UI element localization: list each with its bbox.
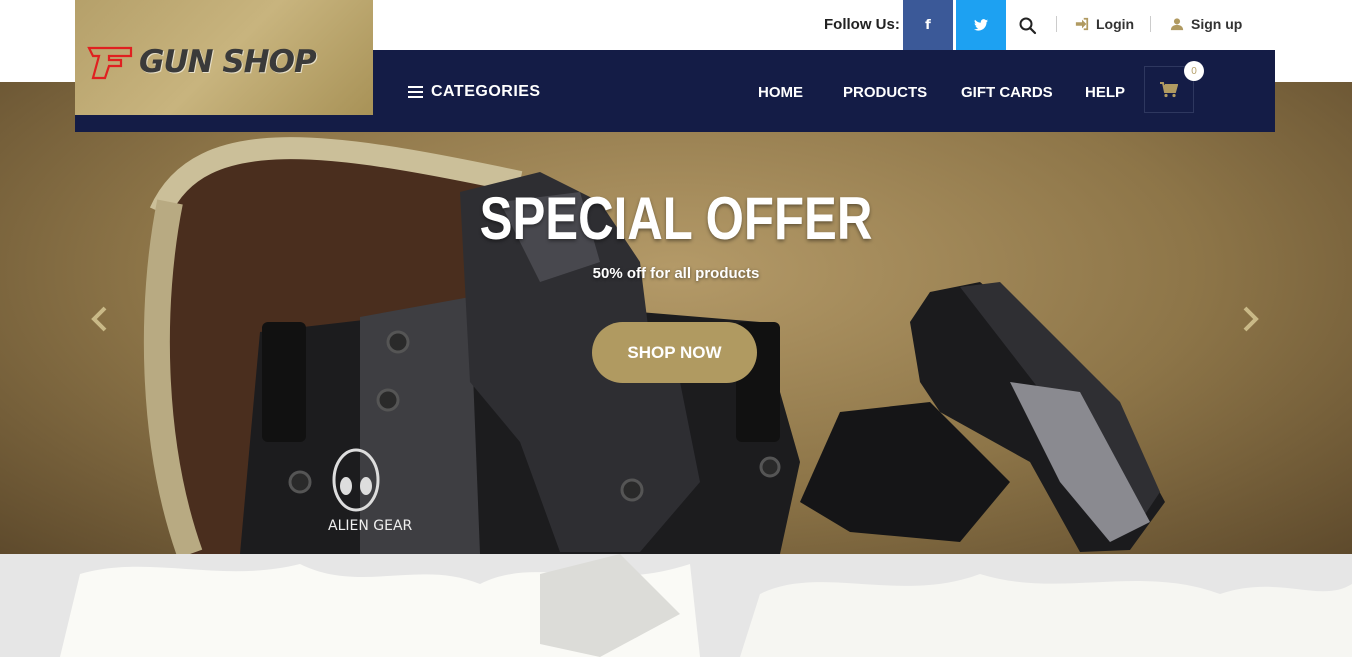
hero-banner: SPECIAL OFFER 50% off for all products A… (0, 82, 1352, 554)
shop-now-button[interactable]: SHOP NOW (592, 322, 757, 383)
slider-next-arrow-icon[interactable] (1238, 304, 1262, 334)
cart-button[interactable]: 0 (1144, 61, 1204, 113)
lower-section-background (0, 554, 1352, 657)
search-icon[interactable] (1018, 16, 1038, 36)
divider (1150, 16, 1151, 32)
categories-menu-button[interactable]: CATEGORIES (408, 83, 541, 101)
follow-us-label: Follow Us: (824, 16, 900, 33)
twitter-icon (974, 19, 988, 31)
hero-background-image (143, 137, 1165, 554)
nav-item-home[interactable]: HOME (758, 84, 803, 101)
hamburger-icon (408, 86, 423, 98)
sign-in-icon (1075, 17, 1089, 31)
logo-text: GUN SHOP (139, 44, 317, 80)
nav-item-help[interactable]: HELP (1085, 84, 1125, 101)
hero-subtitle: 50% off for all products (592, 265, 760, 282)
pistol-logo-icon (87, 46, 133, 80)
shopping-cart-icon (1160, 81, 1178, 97)
divider (1056, 16, 1057, 32)
categories-label: CATEGORIES (431, 83, 541, 100)
nav-item-gift-cards[interactable]: GIFT CARDS (961, 84, 1053, 101)
user-icon (1170, 18, 1184, 31)
login-link[interactable]: Login (1075, 16, 1134, 32)
cart-count-badge: 0 (1184, 61, 1204, 81)
login-label: Login (1096, 16, 1135, 32)
facebook-button[interactable]: f (903, 0, 953, 50)
signup-label: Sign up (1191, 16, 1243, 32)
facebook-icon: f (925, 17, 931, 33)
nav-item-products[interactable]: PRODUCTS (843, 84, 927, 101)
site-logo[interactable]: GUN SHOP (75, 0, 373, 115)
signup-link[interactable]: Sign up (1170, 16, 1242, 32)
slider-prev-arrow-icon[interactable] (88, 304, 112, 334)
twitter-button[interactable] (956, 0, 1006, 50)
hero-title: SPECIAL OFFER (479, 185, 873, 252)
decorative-texture (60, 554, 1352, 657)
alien-gear-logo-text: ALIEN GEAR (328, 518, 413, 534)
